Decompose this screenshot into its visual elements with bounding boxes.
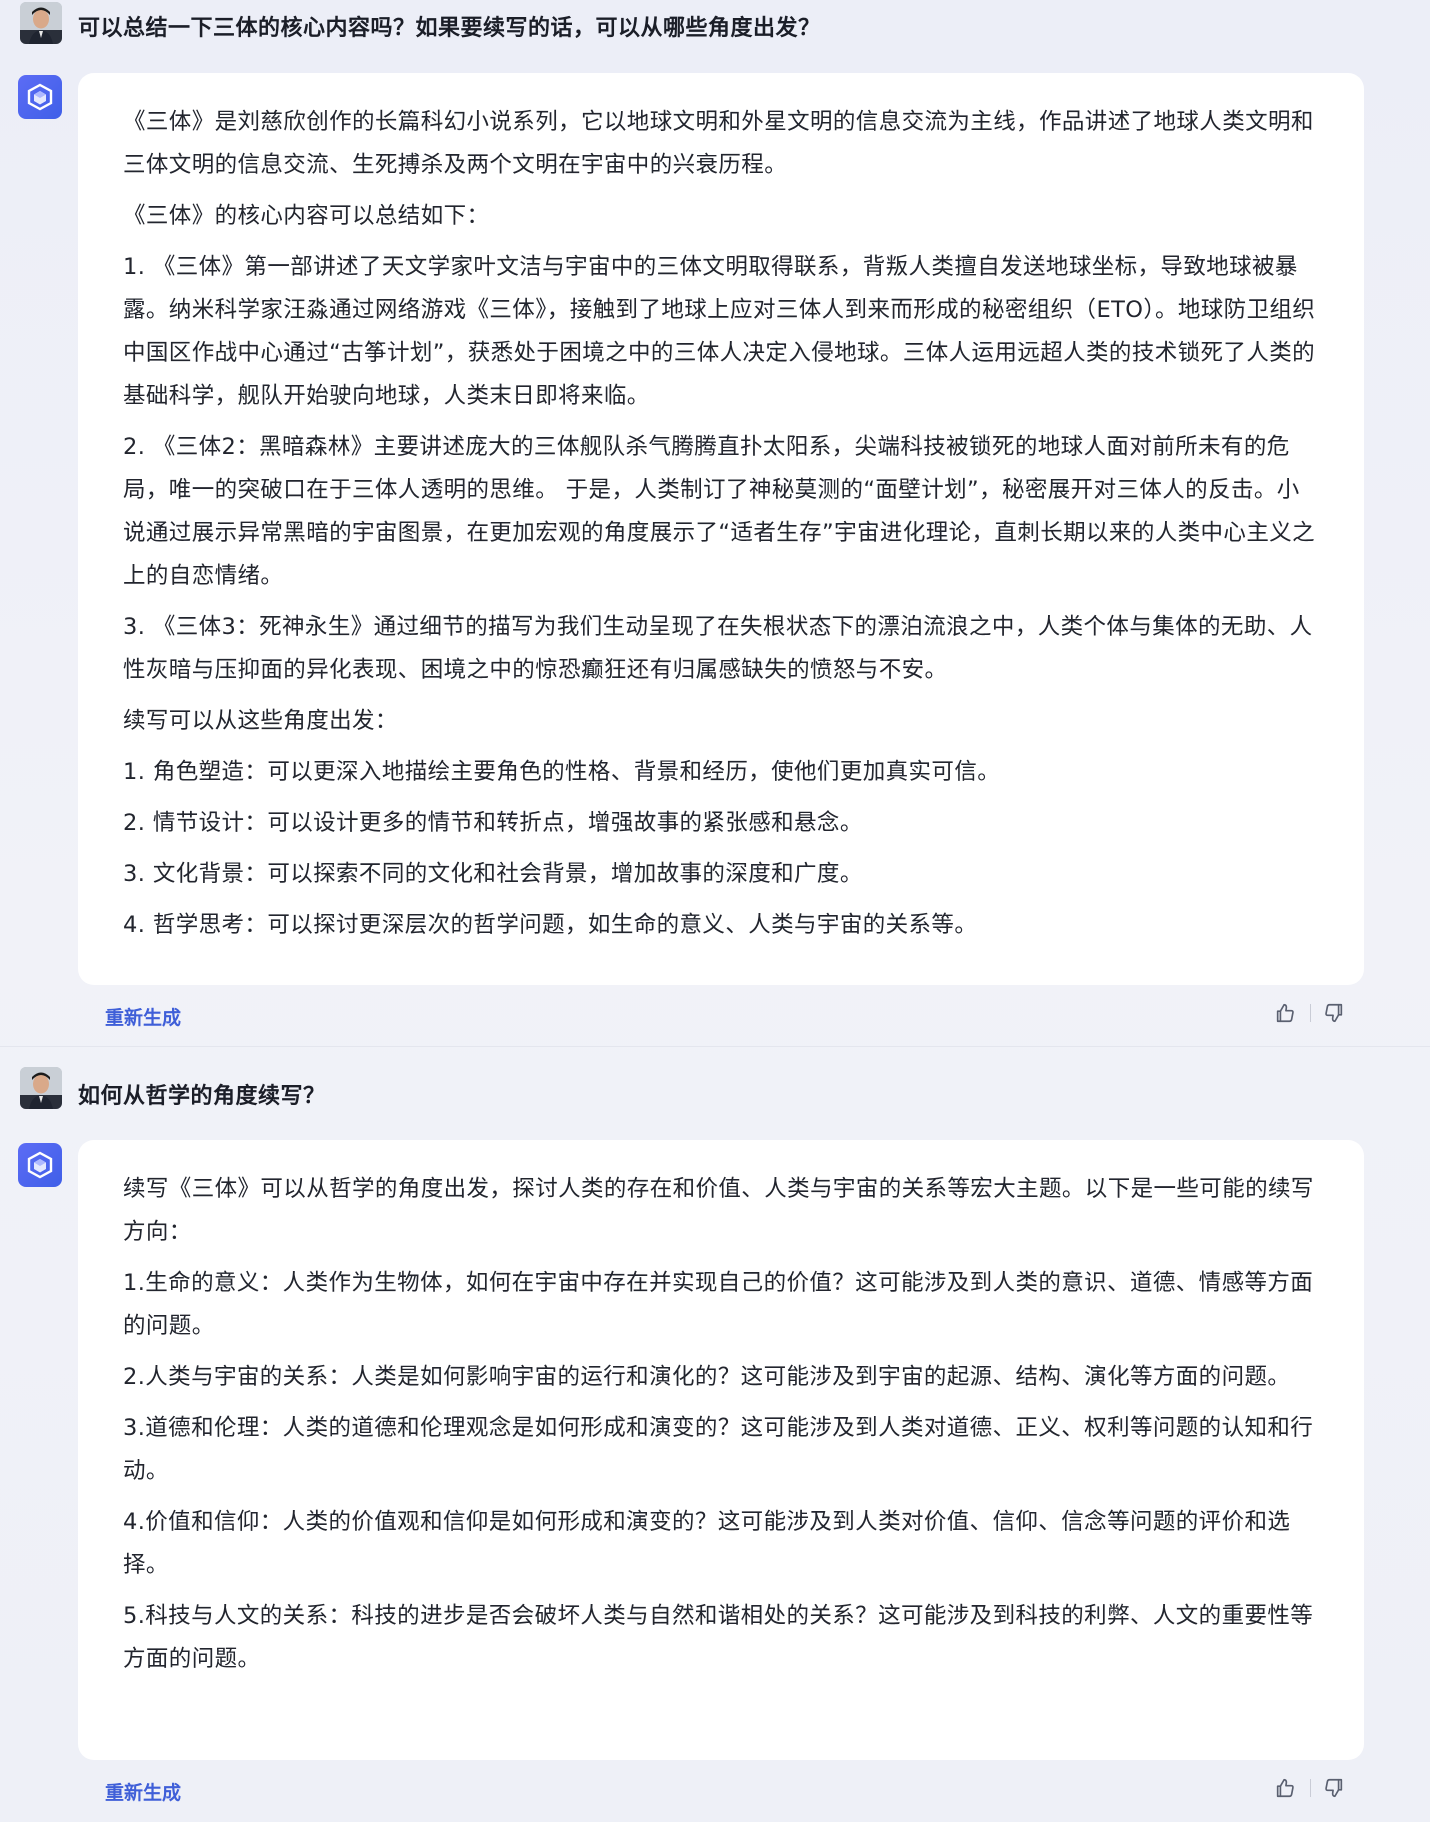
thumbs-up-icon[interactable] [1270,1773,1300,1803]
answer-paragraph: 4.价值和信仰：人类的价值观和信仰是如何形成和演变的？这可能涉及到人类对价值、信… [123,1509,1291,1578]
answer-card: 《三体》是刘慈欣创作的长篇科幻小说系列，它以地球文明和外星文明的信息交流为主线，… [78,73,1364,985]
thumbs-up-icon[interactable] [1270,998,1300,1028]
answer-paragraph: 5.科技与人文的关系：科技的进步是否会破坏人类与自然和谐相处的关系？这可能涉及到… [123,1603,1314,1672]
answer-paragraph: 1. 角色塑造：可以更深入地描绘主要角色的性格、背景和经历，使他们更加真实可信。 [123,759,1001,785]
turn-divider [0,1046,1430,1047]
user-question: 如何从哲学的角度续写？ [78,1084,326,1109]
answer-paragraph: 4. 哲学思考：可以探讨更深层次的哲学问题，如生命的意义、人类与宇宙的关系等。 [123,912,978,938]
conversation-turn-1: 可以总结一下三体的核心内容吗？如果要续写的话，可以从哪些角度出发？ 《三体》是刘… [0,0,1430,1045]
answer-paragraph: 《三体》是刘慈欣创作的长篇科幻小说系列，它以地球文明和外星文明的信息交流为主线，… [123,109,1314,178]
bot-logo-icon [18,75,62,119]
user-avatar [20,2,62,44]
feedback-divider [1310,1779,1311,1797]
answer-paragraph: 3. 《三体3：死神永生》通过细节的描写为我们生动呈现了在失根状态下的漂泊流浪之… [123,614,1313,683]
answer-paragraph: 2. 《三体2：黑暗森林》主要讲述庞大的三体舰队杀气腾腾直扑太阳系，尖端科技被锁… [123,434,1316,589]
feedback-controls [1270,1773,1370,1803]
answer-paragraph: 2.人类与宇宙的关系：人类是如何影响宇宙的运行和演化的？这可能涉及到宇宙的起源、… [123,1364,1291,1390]
answer-paragraph: 3. 文化背景：可以探索不同的文化和社会背景，增加故事的深度和广度。 [123,861,863,887]
thumbs-down-icon[interactable] [1319,1773,1349,1803]
thumbs-down-icon[interactable] [1319,998,1349,1028]
answer-card: 续写《三体》可以从哲学的角度出发，探讨人类的存在和价值、人类与宇宙的关系等宏大主… [78,1140,1364,1760]
regenerate-button[interactable]: 重新生成 [105,1778,181,1805]
answer-paragraph: 1.生命的意义：人类作为生物体，如何在宇宙中存在并实现自己的价值？这可能涉及到人… [123,1270,1314,1339]
answer-paragraph: 2. 情节设计：可以设计更多的情节和转折点，增强故事的紧张感和悬念。 [123,810,863,836]
answer-paragraph: 1. 《三体》第一部讲述了天文学家叶文洁与宇宙中的三体文明取得联系，背叛人类擅自… [123,254,1316,409]
answer-paragraph: 续写可以从这些角度出发： [123,708,398,734]
answer-paragraph: 3.道德和伦理：人类的道德和伦理观念是如何形成和演变的？这可能涉及到人类对道德、… [123,1415,1314,1484]
bot-logo-icon [18,1143,62,1187]
answer-paragraph: 续写《三体》可以从哲学的角度出发，探讨人类的存在和价值、人类与宇宙的关系等宏大主… [123,1176,1314,1245]
answer-paragraph: 《三体》的核心内容可以总结如下： [123,203,490,229]
user-avatar [20,1067,62,1109]
user-message-2: 如何从哲学的角度续写？ [0,1060,1430,1112]
feedback-controls [1270,998,1370,1028]
feedback-divider [1310,1004,1311,1022]
user-question: 可以总结一下三体的核心内容吗？如果要续写的话，可以从哪些角度出发？ [78,16,821,41]
user-message-1: 可以总结一下三体的核心内容吗？如果要续写的话，可以从哪些角度出发？ [0,0,1430,52]
regenerate-button[interactable]: 重新生成 [105,1003,181,1030]
conversation-turn-2: 如何从哲学的角度续写？ 续写《三体》可以从哲学的角度出发，探讨人类的存在和价值、… [0,1060,1430,1822]
